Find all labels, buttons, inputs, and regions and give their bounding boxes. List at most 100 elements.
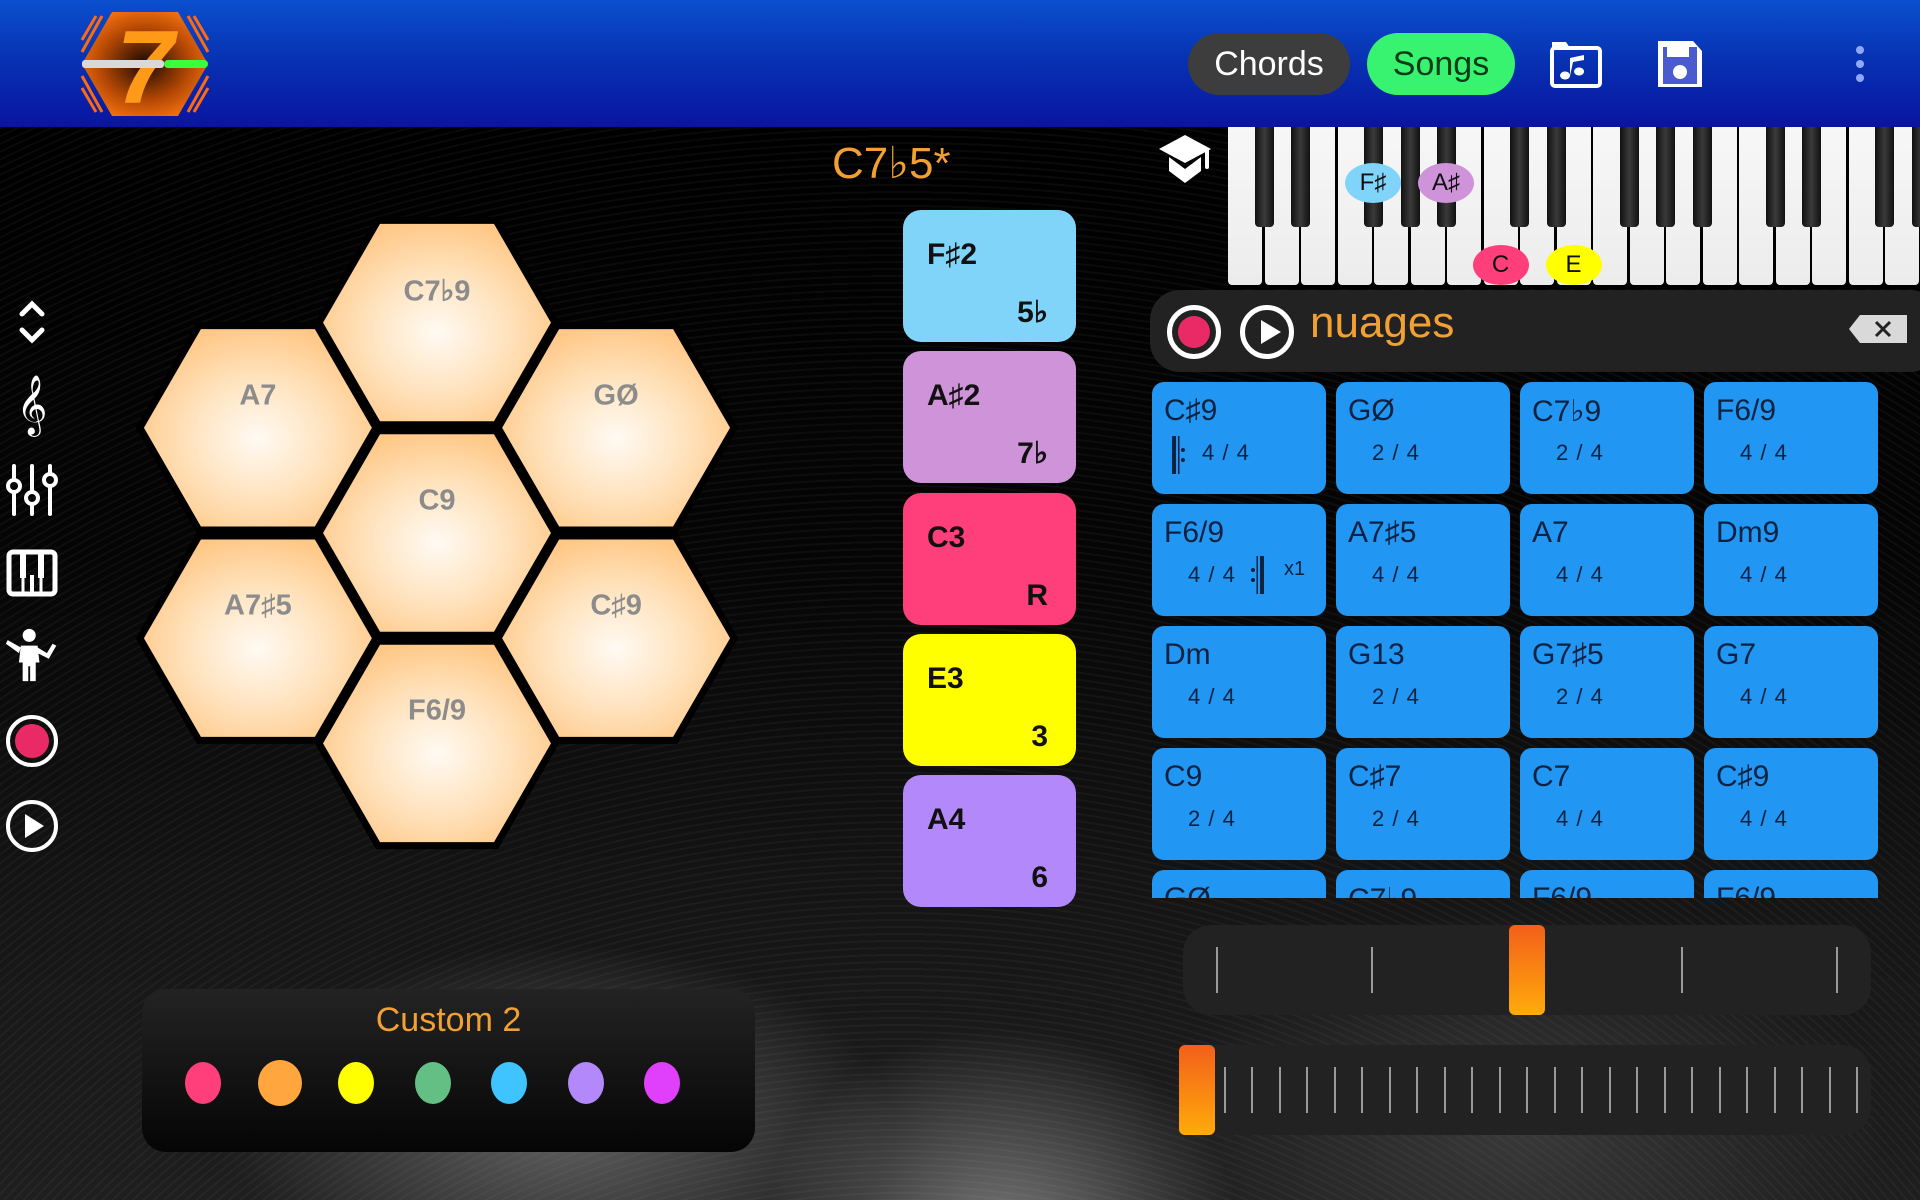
note-name: F♯2: [927, 238, 978, 271]
song-chord-cell[interactable]: C7 4 / 4: [1520, 748, 1694, 860]
piano-black-key[interactable]: [1802, 127, 1821, 227]
slider-tick: [1443, 1067, 1446, 1113]
bottom-slider[interactable]: [1179, 1045, 1871, 1135]
palette-color[interactable]: [185, 1062, 221, 1104]
palette-color[interactable]: [338, 1062, 374, 1104]
backspace-clear-icon[interactable]: [1848, 314, 1908, 344]
note-name: A♯2: [927, 379, 981, 412]
top-slider[interactable]: [1183, 925, 1871, 1015]
palette-color-selected[interactable]: [257, 1060, 302, 1106]
palette-color[interactable]: [491, 1062, 527, 1104]
song-chord-cell[interactable]: C7♭9: [1336, 870, 1510, 898]
cell-time-signature: 4 / 4: [1740, 806, 1788, 831]
palette-color[interactable]: [644, 1062, 680, 1104]
slider-thumb[interactable]: [1179, 1045, 1215, 1135]
song-chord-cell[interactable]: C7♭9 2 / 4: [1520, 382, 1694, 494]
song-chord-cell[interactable]: G13 2 / 4: [1336, 626, 1510, 738]
piano-note-marker: A♯: [1418, 163, 1474, 203]
piano-note-marker: C: [1472, 245, 1529, 285]
song-chord-cell[interactable]: Dm 4 / 4: [1152, 626, 1326, 738]
piano-black-key[interactable]: [1911, 127, 1920, 227]
piano-black-key[interactable]: [1765, 127, 1785, 227]
song-chord-cell[interactable]: C9 2 / 4: [1152, 748, 1326, 860]
piano-black-key[interactable]: [1510, 127, 1529, 227]
piano-black-key[interactable]: [1546, 127, 1566, 227]
note-interval: 6: [1031, 861, 1048, 894]
tab-songs[interactable]: Songs: [1367, 33, 1515, 95]
note-name: C3: [927, 521, 966, 554]
slider-thumb[interactable]: [1509, 925, 1545, 1015]
tab-chords[interactable]: Chords: [1188, 33, 1350, 95]
song-chord-cell[interactable]: F6/9 4 / 4: [1704, 382, 1878, 494]
note-card[interactable]: A4 6: [903, 775, 1076, 907]
song-chord-cell[interactable]: A7 4 / 4: [1520, 504, 1694, 616]
song-chord-cell[interactable]: F6/9: [1704, 870, 1878, 898]
note-interval: 3: [1031, 720, 1048, 753]
song-play-button[interactable]: [1240, 305, 1294, 359]
slider-tick: [1553, 1067, 1556, 1113]
cell-time-signature: 2 / 4: [1188, 806, 1236, 831]
hex-chord-label: F6/9: [407, 694, 467, 727]
piano-keyboard[interactable]: F♯ A♯ C E: [1228, 127, 1920, 289]
piano-black-key[interactable]: [1254, 127, 1274, 227]
note-card[interactable]: C3 R: [903, 493, 1076, 625]
song-chord-cell[interactable]: G7 4 / 4: [1704, 626, 1878, 738]
song-chord-cell[interactable]: C♯9 4 / 4: [1152, 382, 1326, 494]
note-interval: 5♭: [1017, 296, 1048, 329]
cell-chord-name: F6/9: [1716, 882, 1776, 898]
cell-chord-name: F6/9: [1716, 394, 1777, 427]
palette-color[interactable]: [567, 1062, 604, 1104]
song-chord-cell[interactable]: F6/9 4 / 4 x1: [1152, 504, 1326, 616]
slider-tick: [1836, 947, 1838, 993]
slider-tick: [1608, 1067, 1611, 1113]
cell-time-signature: 2 / 4: [1556, 440, 1604, 465]
hex-chord-label: GØ: [593, 379, 639, 412]
piano-black-key[interactable]: [1619, 127, 1639, 227]
song-chord-cell[interactable]: F6/9: [1520, 870, 1694, 898]
song-chord-cell[interactable]: GØ: [1152, 870, 1326, 898]
note-interval: R: [1026, 579, 1048, 612]
song-name-input[interactable]: [1310, 298, 1810, 348]
more-vert-icon[interactable]: [1850, 44, 1870, 84]
current-chord-title: C7♭5*: [832, 139, 951, 188]
piano-black-key[interactable]: [1692, 127, 1712, 227]
song-chord-cell[interactable]: C♯9 4 / 4: [1704, 748, 1878, 860]
repeat-start-icon: [1172, 436, 1185, 474]
song-chord-cell[interactable]: G7♯5 2 / 4: [1520, 626, 1694, 738]
cell-chord-name: C7: [1532, 760, 1571, 793]
slider-tick: [1371, 947, 1373, 993]
repeat-end-icon: [1251, 556, 1264, 594]
song-chord-cell[interactable]: A7♯5 4 / 4: [1336, 504, 1510, 616]
cell-time-signature: 4 / 4: [1188, 562, 1236, 587]
cell-time-signature: 4 / 4: [1740, 684, 1788, 709]
song-bar: [1150, 290, 1920, 372]
slider-tick: [1581, 1067, 1583, 1113]
piano-black-key[interactable]: [1291, 127, 1310, 227]
cell-chord-name: G13: [1348, 638, 1405, 671]
slider-tick: [1801, 1067, 1803, 1113]
note-card[interactable]: E3 3: [903, 634, 1076, 766]
song-chord-cell[interactable]: C♯7 2 / 4: [1336, 748, 1510, 860]
palette-color[interactable]: [414, 1062, 451, 1104]
song-chord-cell[interactable]: GØ 2 / 4: [1336, 382, 1510, 494]
piano-black-key[interactable]: [1400, 127, 1420, 227]
piano-note-marker: E: [1545, 245, 1602, 285]
cell-time-signature: 2 / 4: [1372, 806, 1420, 831]
learn-icon[interactable]: [1155, 133, 1215, 187]
piano-black-key[interactable]: [1656, 127, 1675, 227]
cell-time-signature: 4 / 4: [1188, 684, 1236, 709]
slider-tick: [1416, 1067, 1418, 1113]
cell-chord-name: C♯9: [1716, 760, 1770, 793]
note-card[interactable]: F♯2 5♭: [903, 210, 1076, 342]
color-palette-panel: Custom 2: [142, 989, 755, 1152]
cell-chord-name: A7♯5: [1348, 516, 1417, 549]
music-folder-icon[interactable]: [1548, 38, 1604, 90]
song-record-button[interactable]: [1167, 305, 1221, 359]
save-icon[interactable]: [1655, 38, 1705, 90]
piano-black-key[interactable]: [1875, 127, 1894, 227]
cell-chord-name: C9: [1164, 760, 1203, 793]
song-chord-cell[interactable]: Dm9 4 / 4: [1704, 504, 1878, 616]
hex-chord-pad: C7♭9 A7 GØ C9 A7♯5 C♯9 F6/9: [0, 0, 760, 900]
note-card[interactable]: A♯2 7♭: [903, 351, 1076, 483]
slider-tick: [1636, 1067, 1638, 1113]
